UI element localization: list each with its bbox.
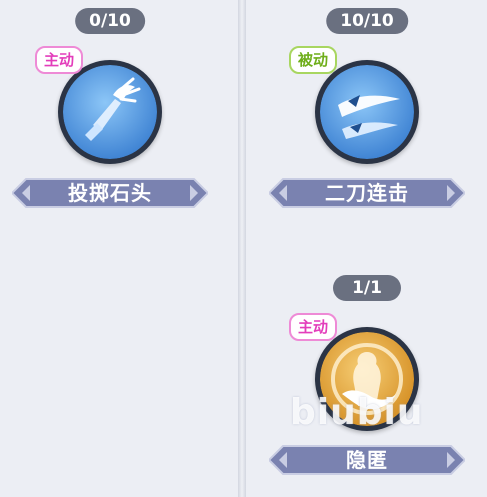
skill-icon-frame[interactable] — [58, 60, 162, 164]
skill-card-stealth[interactable]: 1/1 主动 隐匿 — [267, 275, 467, 475]
column-divider — [238, 0, 246, 497]
skill-name: 隐匿 — [346, 448, 388, 472]
skill-icon-frame[interactable] — [315, 60, 419, 164]
skill-name: 投掷石头 — [68, 181, 152, 205]
throw-stone-icon — [63, 65, 157, 159]
skill-name-plate: 二刀连击 — [269, 176, 465, 210]
skill-name-plate: 投掷石头 — [12, 176, 208, 210]
watermark: biubiu — [290, 392, 424, 433]
skill-level: 10/10 — [326, 8, 408, 34]
skill-level: 0/10 — [75, 8, 145, 34]
skill-card-throw-stone[interactable]: 0/10 主动 投掷石头 — [10, 8, 210, 208]
twin-blade-icon — [320, 65, 414, 159]
skill-name-plate: 隐匿 — [269, 443, 465, 477]
skill-level: 1/1 — [333, 275, 401, 301]
passive-type-badge: 被动 — [289, 46, 338, 74]
active-type-badge: 主动 — [35, 46, 84, 74]
skill-name: 二刀连击 — [325, 181, 409, 205]
skill-card-twin-blade[interactable]: 10/10 被动 二刀连击 — [267, 8, 467, 208]
active-type-badge: 主动 — [289, 313, 338, 341]
